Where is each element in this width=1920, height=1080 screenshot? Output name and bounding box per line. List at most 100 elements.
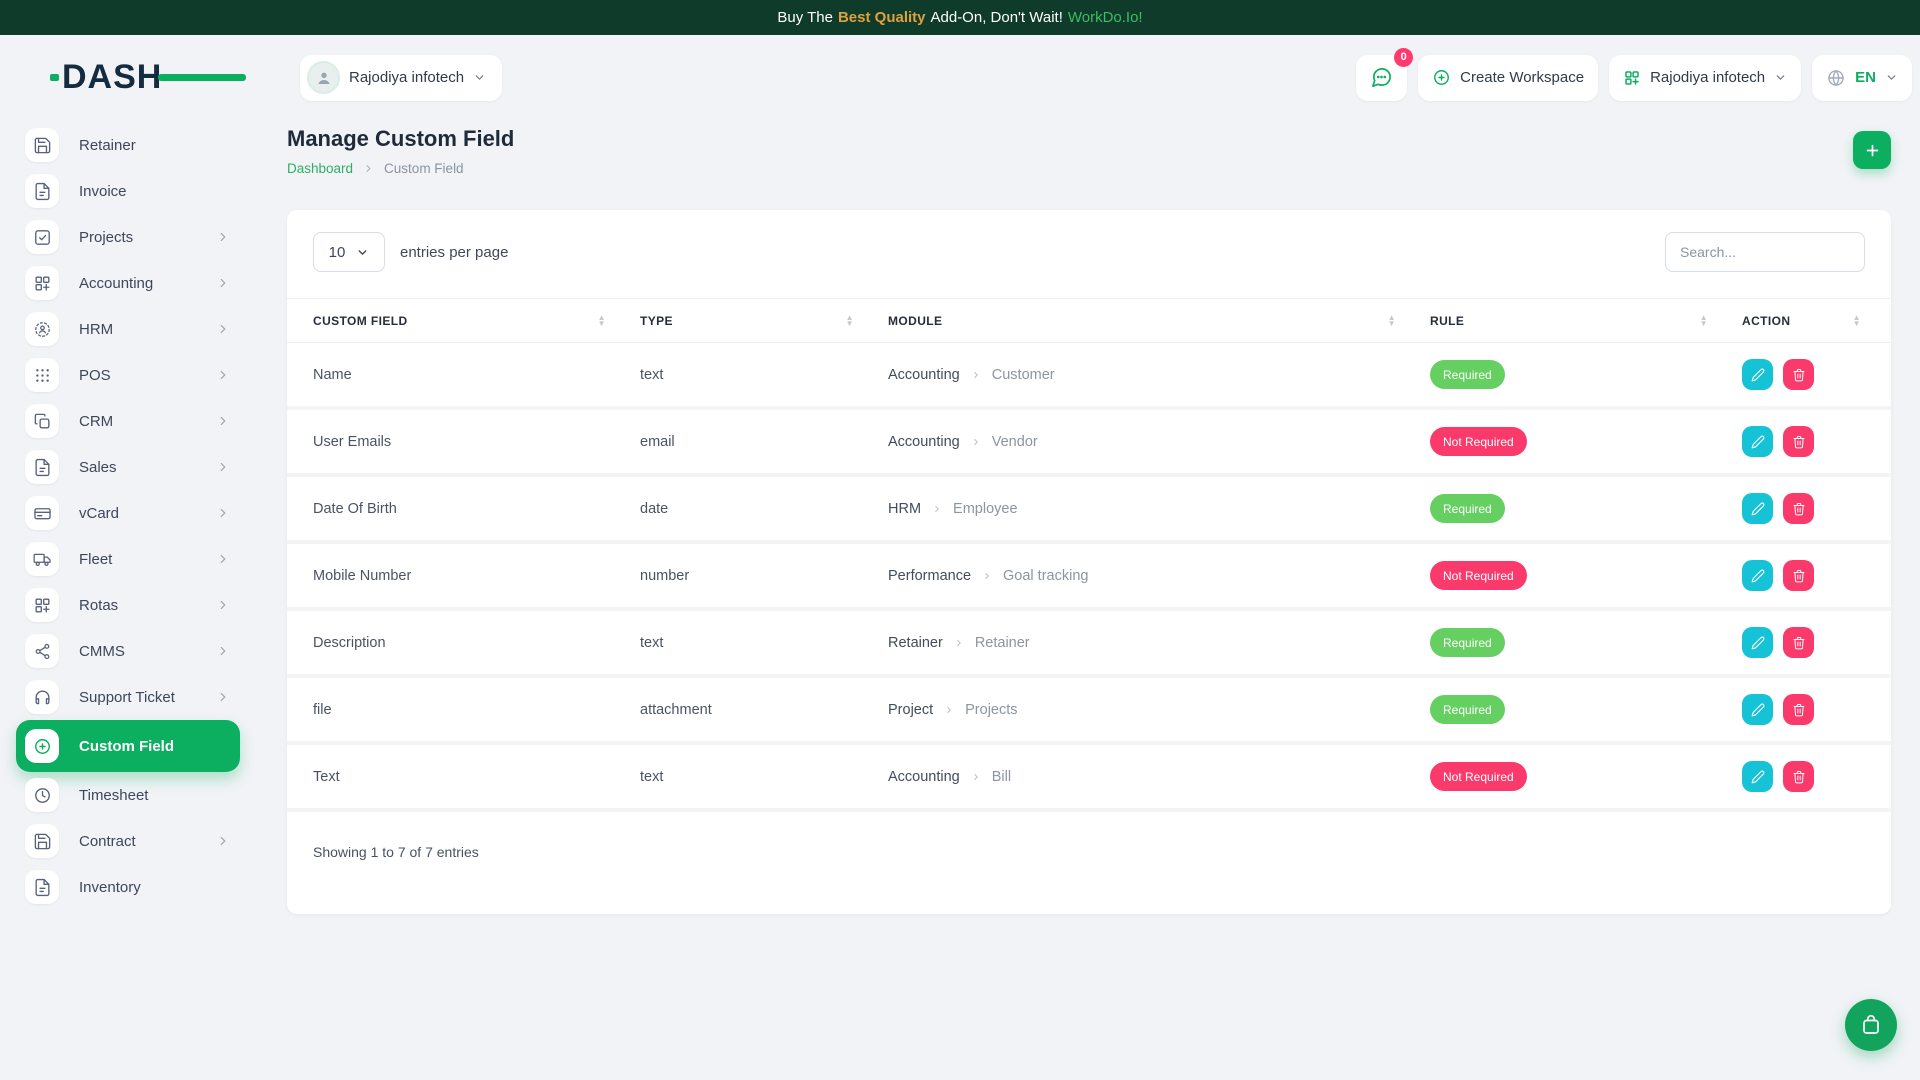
row-actions — [1742, 627, 1865, 658]
delete-button[interactable] — [1783, 359, 1814, 390]
workspace-selector[interactable]: Rajodiya infotech — [300, 55, 502, 101]
cell-type: attachment — [640, 702, 888, 718]
sidebar-item-pos[interactable]: POS — [16, 352, 240, 398]
column-header-type[interactable]: TYPE ▲▼ — [640, 314, 888, 328]
sidebar-item-hrm[interactable]: HRM — [16, 306, 240, 352]
column-header-custom-field[interactable]: CUSTOM FIELD ▲▼ — [313, 314, 640, 328]
cell-type: number — [640, 568, 888, 584]
create-workspace-button[interactable]: Create Workspace — [1418, 55, 1598, 101]
user-circle-icon — [25, 312, 59, 346]
sidebar-item-retainer[interactable]: Retainer — [16, 122, 240, 168]
column-header-action[interactable]: ACTION ▲▼ — [1742, 314, 1865, 328]
breadcrumb-current: Custom Field — [384, 161, 464, 176]
sidebar-item-label: Projects — [79, 229, 133, 246]
search-input[interactable] — [1665, 232, 1865, 272]
sidebar-item-vcard[interactable]: vCard — [16, 490, 240, 536]
sidebar-item-cmms[interactable]: CMMS — [16, 628, 240, 674]
column-label: CUSTOM FIELD — [313, 314, 408, 328]
trash-icon — [1792, 368, 1806, 382]
clock-icon — [25, 778, 59, 812]
cell-custom-field: Name — [313, 367, 640, 383]
sidebar-item-timesheet[interactable]: Timesheet — [16, 772, 240, 818]
chevron-right-icon — [216, 834, 230, 848]
share-nodes-icon — [25, 634, 59, 668]
page-title: Manage Custom Field — [287, 126, 514, 152]
sidebar-item-label: Timesheet — [79, 787, 148, 804]
plus-circle-icon — [1432, 68, 1451, 87]
table-row: User Emails email Accounting Vendor Not … — [287, 410, 1891, 477]
column-header-rule[interactable]: RULE ▲▼ — [1430, 314, 1742, 328]
sidebar-item-label: HRM — [79, 321, 113, 338]
delete-button[interactable] — [1783, 761, 1814, 792]
copy-icon — [25, 404, 59, 438]
edit-button[interactable] — [1742, 560, 1773, 591]
cell-custom-field: Mobile Number — [313, 568, 640, 584]
globe-icon — [1826, 68, 1846, 88]
edit-button[interactable] — [1742, 627, 1773, 658]
delete-button[interactable] — [1783, 627, 1814, 658]
store-fab-button[interactable] — [1845, 999, 1897, 1051]
add-custom-field-button[interactable] — [1853, 131, 1891, 169]
sort-icon: ▲▼ — [846, 315, 854, 327]
chevron-right-icon — [971, 437, 981, 447]
sidebar-item-label: CRM — [79, 413, 113, 430]
delete-button[interactable] — [1783, 426, 1814, 457]
chevron-right-icon — [363, 163, 374, 174]
entries-per-page-select[interactable]: 10 — [313, 232, 385, 272]
edit-button[interactable] — [1742, 426, 1773, 457]
sidebar-item-invoice[interactable]: Invoice — [16, 168, 240, 214]
trash-icon — [1792, 502, 1806, 516]
rule-badge: Required — [1430, 494, 1505, 523]
cell-type: date — [640, 501, 888, 517]
banner-link[interactable]: WorkDo.Io! — [1068, 9, 1143, 26]
edit-button[interactable] — [1742, 761, 1773, 792]
sidebar-item-support-ticket[interactable]: Support Ticket — [16, 674, 240, 720]
pencil-icon — [1751, 435, 1765, 449]
edit-button[interactable] — [1742, 359, 1773, 390]
cell-module: HRM Employee — [888, 501, 1430, 517]
delete-button[interactable] — [1783, 694, 1814, 725]
sidebar-item-sales[interactable]: Sales — [16, 444, 240, 490]
trash-icon — [1792, 636, 1806, 650]
company-selector[interactable]: Rajodiya infotech — [1609, 55, 1801, 101]
delete-button[interactable] — [1783, 560, 1814, 591]
cell-custom-field: User Emails — [313, 434, 640, 450]
breadcrumb: Dashboard Custom Field — [287, 161, 514, 176]
sidebar-item-label: POS — [79, 367, 111, 384]
sort-icon: ▲▼ — [1700, 315, 1708, 327]
sidebar-item-custom-field[interactable]: Custom Field — [16, 720, 240, 772]
messages-button[interactable]: 0 — [1356, 55, 1407, 101]
sidebar-item-rotas[interactable]: Rotas — [16, 582, 240, 628]
column-header-module[interactable]: MODULE ▲▼ — [888, 314, 1430, 328]
cell-custom-field: Text — [313, 769, 640, 785]
top-bar: DASH Rajodiya infotech 0 Create Workspac… — [0, 35, 1920, 120]
chat-icon — [1370, 66, 1393, 89]
create-workspace-label: Create Workspace — [1460, 69, 1584, 86]
sidebar-item-projects[interactable]: Projects — [16, 214, 240, 260]
sidebar-item-contract[interactable]: Contract — [16, 818, 240, 864]
language-selector[interactable]: EN — [1812, 55, 1912, 101]
entries-per-page-label: entries per page — [400, 244, 508, 261]
sidebar-item-fleet[interactable]: Fleet — [16, 536, 240, 582]
chevron-down-icon — [1885, 71, 1898, 84]
sidebar-item-label: Inventory — [79, 879, 141, 896]
pencil-icon — [1751, 502, 1765, 516]
edit-button[interactable] — [1742, 694, 1773, 725]
save-icon — [25, 128, 59, 162]
delete-button[interactable] — [1783, 493, 1814, 524]
cell-module: Retainer Retainer — [888, 635, 1430, 651]
sidebar-item-inventory[interactable]: Inventory — [16, 864, 240, 910]
trash-icon — [1792, 569, 1806, 583]
sidebar-item-accounting[interactable]: Accounting — [16, 260, 240, 306]
chevron-right-icon — [216, 552, 230, 566]
breadcrumb-dashboard-link[interactable]: Dashboard — [287, 161, 353, 176]
rule-badge: Not Required — [1430, 762, 1527, 791]
sidebar-item-crm[interactable]: CRM — [16, 398, 240, 444]
row-actions — [1742, 359, 1865, 390]
file-text-icon — [25, 174, 59, 208]
row-actions — [1742, 694, 1865, 725]
table-summary: Showing 1 to 7 of 7 entries — [287, 812, 1891, 914]
chevron-right-icon — [216, 598, 230, 612]
edit-button[interactable] — [1742, 493, 1773, 524]
app-logo[interactable]: DASH — [62, 58, 256, 97]
